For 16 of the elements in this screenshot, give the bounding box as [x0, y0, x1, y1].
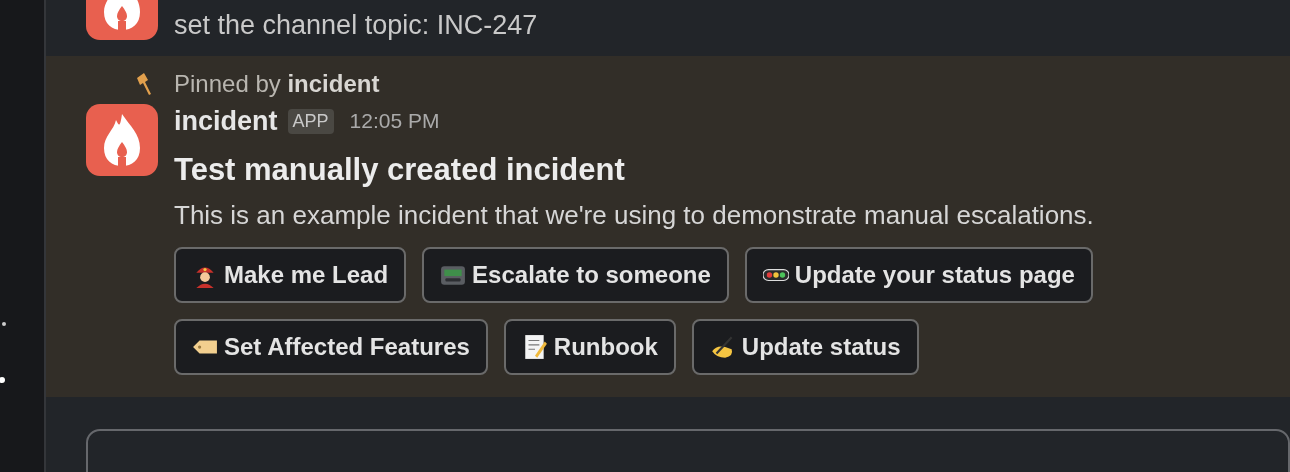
sidebar-dot: [0, 377, 5, 383]
action-button[interactable]: Escalate to someone: [422, 247, 729, 303]
pinned-by-text: Pinned by incident: [174, 70, 380, 98]
action-button[interactable]: Make me Lead: [174, 247, 407, 303]
app-avatar[interactable]: [86, 104, 158, 176]
message-text: This is an example incident that we're using to demonstrate manual escalations.: [174, 200, 1094, 231]
incident-title: Test manually created incident: [174, 152, 626, 188]
sidebar-dot: [2, 322, 6, 326]
action-button[interactable]: Runbook: [503, 319, 676, 375]
action-button[interactable]: Update your status page: [744, 247, 1093, 303]
action-button[interactable]: Update status: [691, 319, 919, 375]
app-badge: APP: [287, 108, 334, 134]
timestamp[interactable]: 12:05 PM: [349, 109, 440, 133]
message-text: set the channel topic: INC-247: [174, 10, 538, 41]
action-button[interactable]: Set Affected Features: [174, 319, 488, 375]
author-name[interactable]: incident: [174, 105, 278, 137]
